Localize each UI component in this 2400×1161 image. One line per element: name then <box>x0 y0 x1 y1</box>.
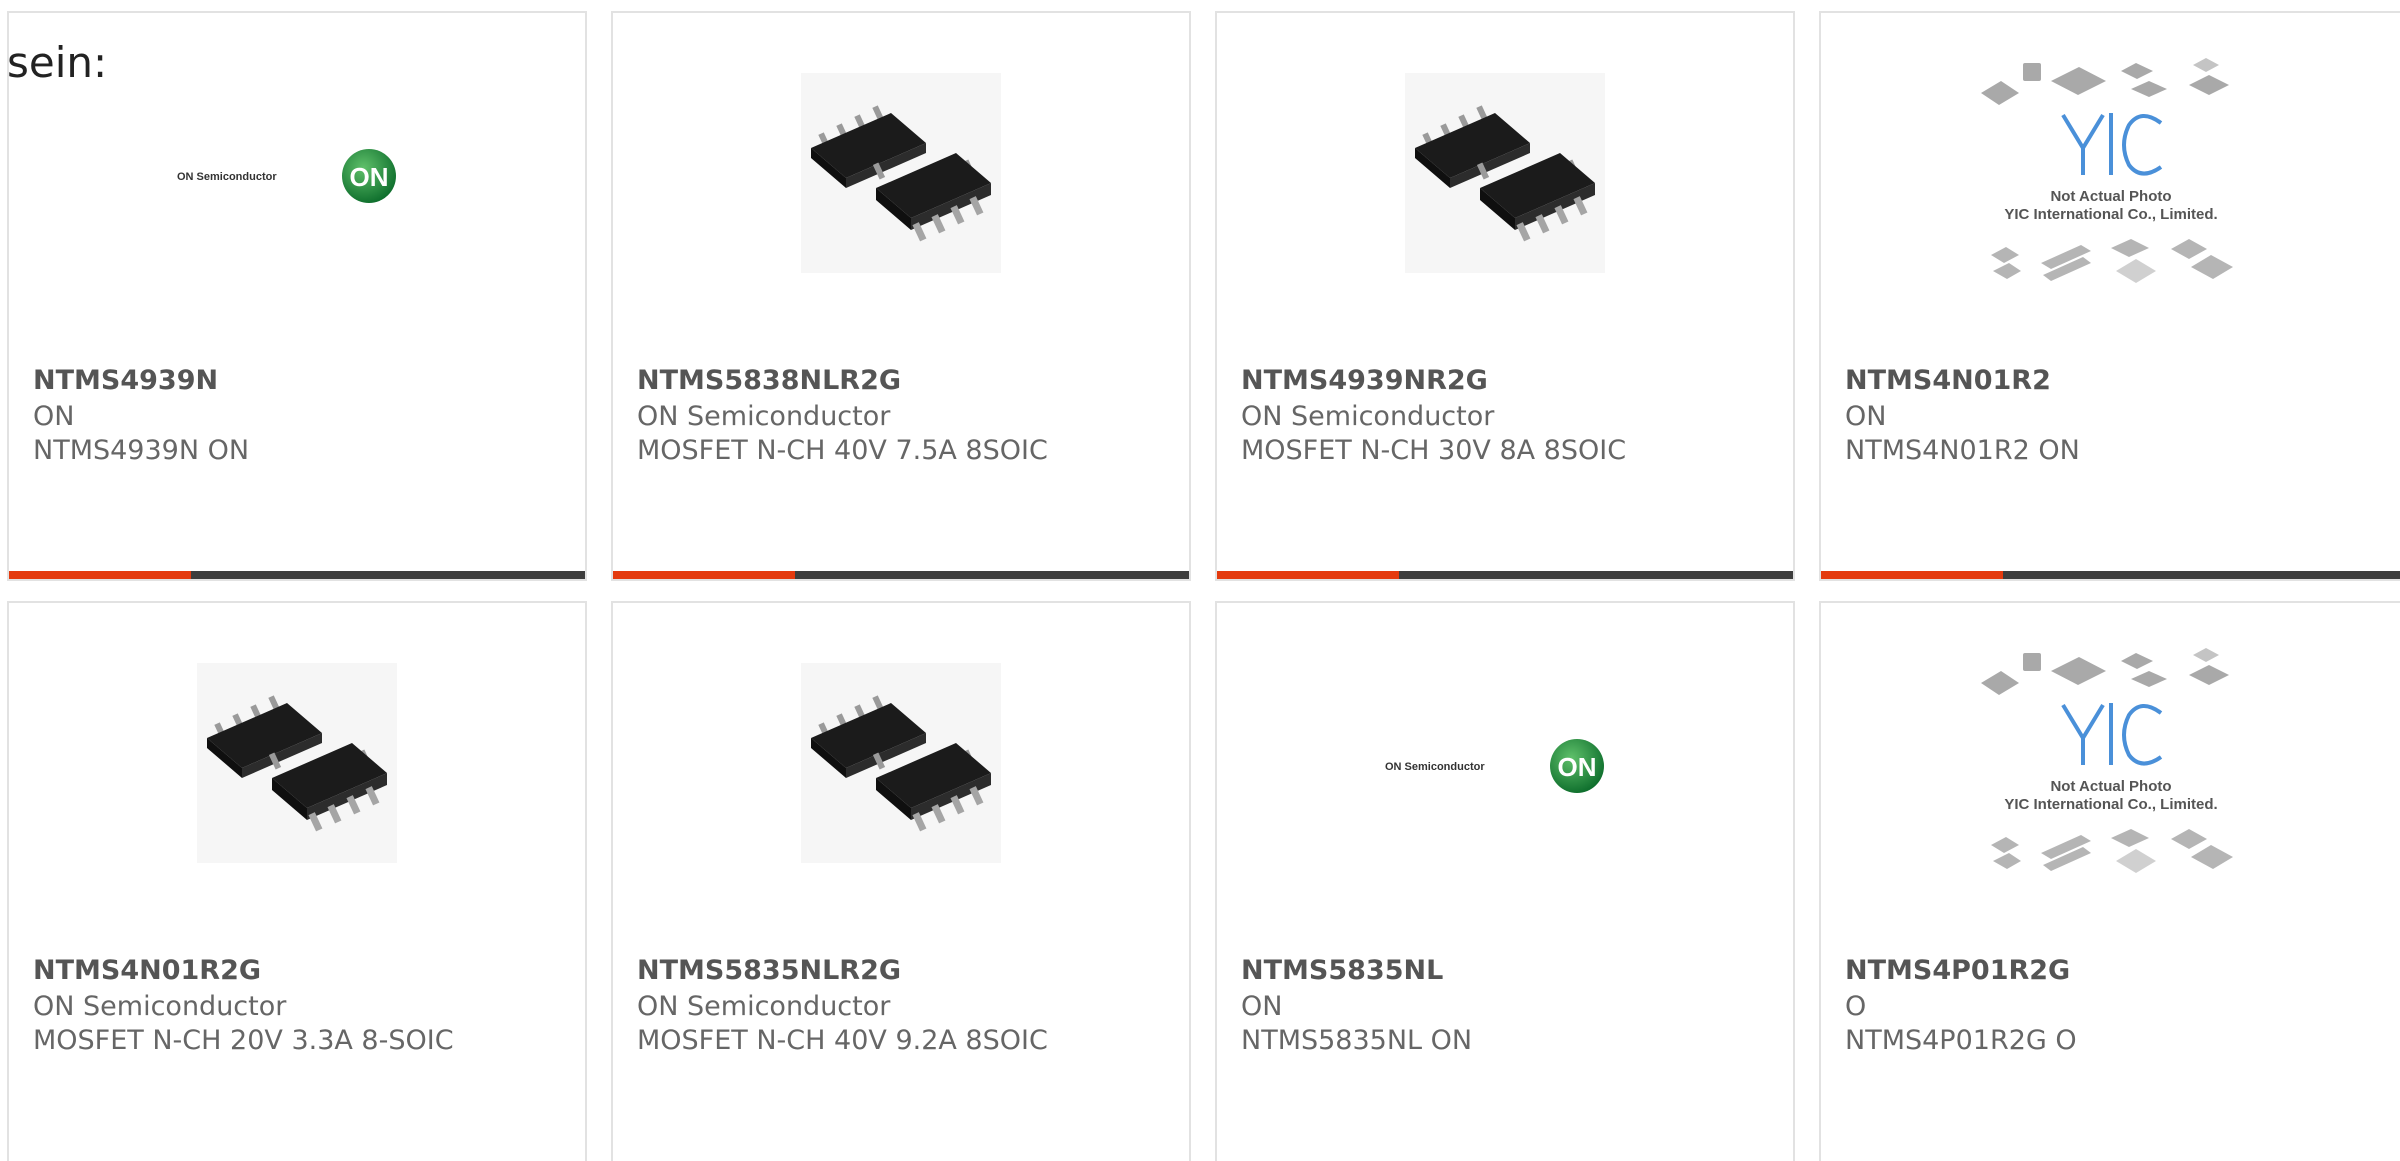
part-number[interactable]: NTMS5835NL <box>1241 955 1443 986</box>
product-image[interactable] <box>613 68 1189 278</box>
yic-not-actual-photo: Not Actual Photo YIC International Co., … <box>1980 58 2233 283</box>
on-badge-text: ON <box>1558 752 1597 782</box>
product-card[interactable]: ON Semiconductor ON NTMS5835NL ON NTMS58… <box>1215 601 1795 1161</box>
part-number[interactable]: NTMS5835NLR2G <box>637 955 901 986</box>
part-number[interactable]: NTMS4P01R2G <box>1845 955 2070 986</box>
product-card[interactable]: NTMS5838NLR2G ON Semiconductor MOSFET N-… <box>611 11 1191 581</box>
yic-line1: Not Actual Photo <box>2050 188 2171 205</box>
card-accent-bar <box>9 571 191 579</box>
product-image[interactable] <box>613 658 1189 868</box>
on-semi-wordmark: ON Semiconductor <box>1385 761 1485 773</box>
card-bottom-bar <box>613 571 1189 579</box>
product-card[interactable]: NTMS4N01R2G ON Semiconductor MOSFET N-CH… <box>7 601 587 1161</box>
manufacturer: ON Semiconductor <box>637 401 891 432</box>
product-card[interactable]: Not Actual Photo YIC International Co., … <box>1819 11 2400 581</box>
intro-text: sein: <box>7 38 108 87</box>
product-image[interactable]: ON Semiconductor ON <box>1217 658 1793 868</box>
product-card[interactable]: NTMS5835NLR2G ON Semiconductor MOSFET N-… <box>611 601 1191 1161</box>
soic8-chip-icon <box>1405 73 1605 273</box>
manufacturer: ON <box>33 401 75 432</box>
on-semiconductor-logo: ON Semiconductor ON <box>177 149 396 203</box>
yic-line1: Not Actual Photo <box>2050 778 2171 795</box>
manufacturer: ON <box>1845 401 1887 432</box>
part-number[interactable]: NTMS5838NLR2G <box>637 365 901 396</box>
card-bottom-bar <box>1821 571 2400 579</box>
description: NTMS4939N ON <box>33 435 250 466</box>
part-number[interactable]: NTMS4N01R2G <box>33 955 261 986</box>
on-badge-text: ON <box>350 162 389 192</box>
description: NTMS4P01R2G O <box>1845 1025 2077 1056</box>
soic8-chip-icon <box>801 663 1001 863</box>
description: NTMS5835NL ON <box>1241 1025 1473 1056</box>
on-semi-wordmark: ON Semiconductor <box>177 171 277 183</box>
product-image[interactable]: Not Actual Photo YIC International Co., … <box>1821 643 2400 883</box>
card-bottom-bar <box>1217 571 1793 579</box>
description: MOSFET N-CH 30V 8A 8SOIC <box>1241 435 1627 466</box>
card-accent-bar <box>1821 571 2003 579</box>
product-grid-page: sein: ON Semiconductor ON NTMS4939N ON N… <box>0 0 2400 1161</box>
card-accent-bar <box>613 571 795 579</box>
card-accent-bar <box>1217 571 1399 579</box>
yic-not-actual-photo: Not Actual Photo YIC International Co., … <box>1980 648 2233 873</box>
soic8-chip-icon <box>197 663 397 863</box>
part-number[interactable]: NTMS4939NR2G <box>1241 365 1488 396</box>
product-image[interactable] <box>1217 68 1793 278</box>
manufacturer: ON Semiconductor <box>33 991 287 1022</box>
product-card[interactable]: Not Actual Photo YIC International Co., … <box>1819 601 2400 1161</box>
soic8-chip-icon <box>801 73 1001 273</box>
manufacturer: ON Semiconductor <box>1241 401 1495 432</box>
product-image[interactable]: Not Actual Photo YIC International Co., … <box>1821 53 2400 293</box>
description: MOSFET N-CH 40V 7.5A 8SOIC <box>637 435 1048 466</box>
yic-line2: YIC International Co., Limited. <box>2004 206 2217 223</box>
description: NTMS4N01R2 ON <box>1845 435 2080 466</box>
on-semiconductor-logo: ON Semiconductor ON <box>1385 739 1604 793</box>
product-card[interactable]: ON Semiconductor ON NTMS4939N ON NTMS493… <box>7 11 587 581</box>
manufacturer: O <box>1845 991 1867 1022</box>
part-number[interactable]: NTMS4939N <box>33 365 218 396</box>
card-bottom-bar <box>9 571 585 579</box>
manufacturer: ON <box>1241 991 1283 1022</box>
part-number[interactable]: NTMS4N01R2 <box>1845 365 2051 396</box>
yic-line2: YIC International Co., Limited. <box>2004 796 2217 813</box>
description: MOSFET N-CH 20V 3.3A 8-SOIC <box>33 1025 454 1056</box>
product-card[interactable]: NTMS4939NR2G ON Semiconductor MOSFET N-C… <box>1215 11 1795 581</box>
product-image[interactable] <box>9 658 585 868</box>
description: MOSFET N-CH 40V 9.2A 8SOIC <box>637 1025 1048 1056</box>
manufacturer: ON Semiconductor <box>637 991 891 1022</box>
product-image[interactable]: ON Semiconductor ON <box>9 68 585 278</box>
